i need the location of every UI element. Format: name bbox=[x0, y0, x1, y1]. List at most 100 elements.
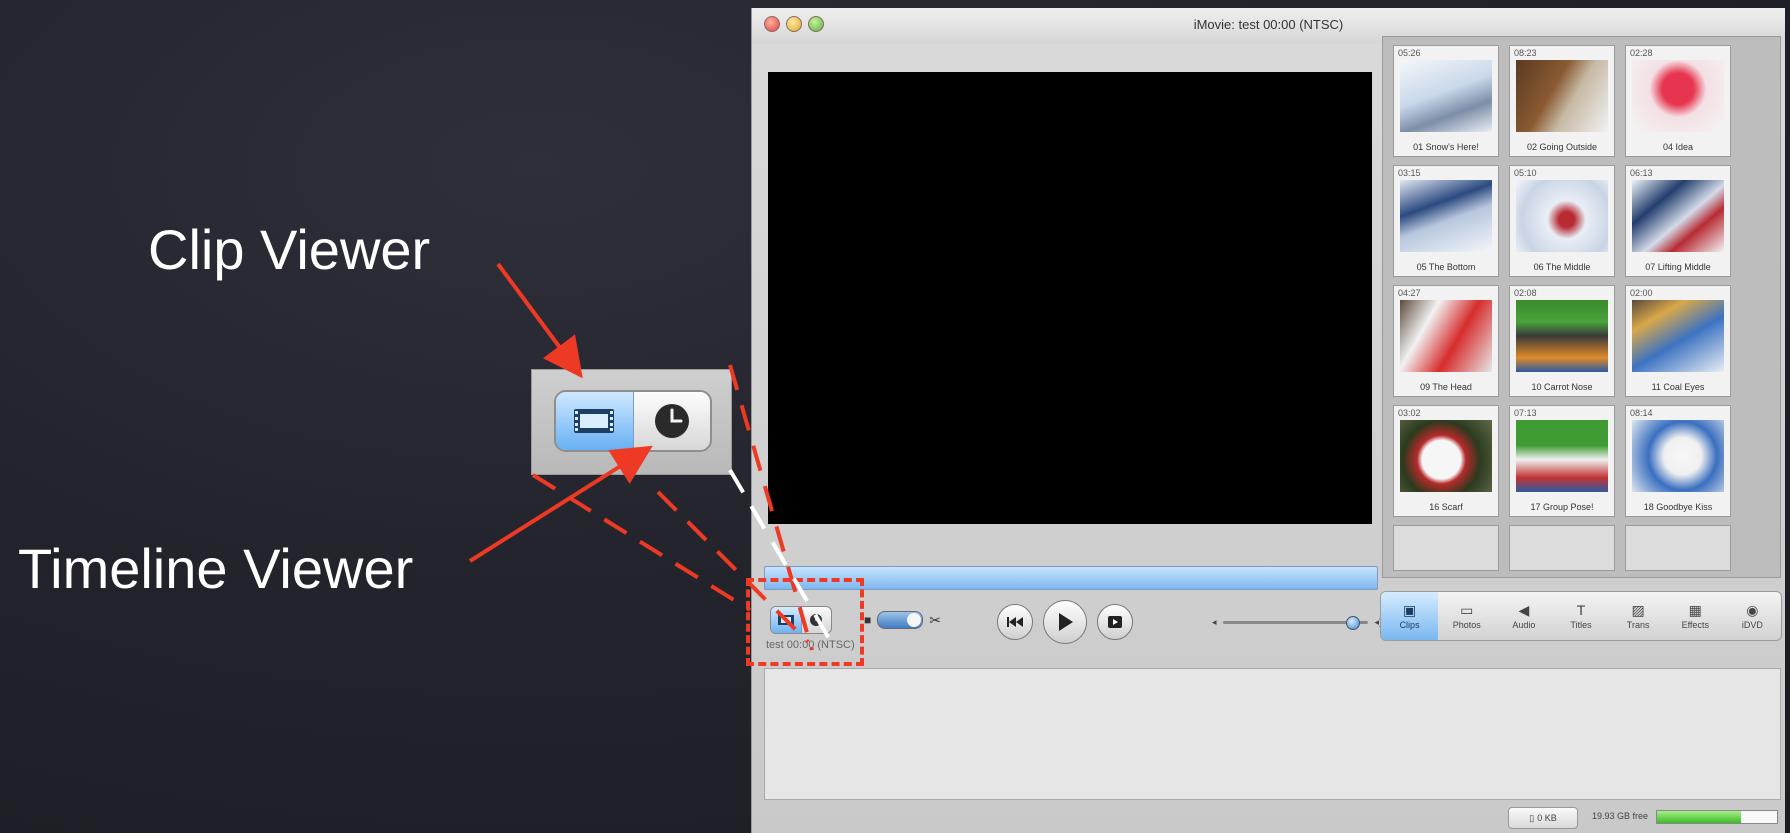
clip-thumbnail bbox=[1516, 300, 1608, 372]
clip-duration: 03:02 bbox=[1398, 408, 1421, 418]
clip-item[interactable]: 02:08 10 Carrot Nose bbox=[1509, 285, 1615, 397]
clip-item[interactable]: 07:13 17 Group Pose! bbox=[1509, 405, 1615, 517]
clip-thumbnail bbox=[1632, 300, 1724, 372]
camera-icon: ■ bbox=[864, 613, 872, 627]
clip-duration: 05:26 bbox=[1398, 48, 1421, 58]
audio-icon: ◀ bbox=[1518, 601, 1530, 618]
tool-label: Clips bbox=[1399, 619, 1420, 630]
free-space-bar bbox=[1656, 810, 1778, 824]
toggle-highlight-box bbox=[746, 578, 864, 666]
trash-button[interactable]: ▯ 0 KB bbox=[1508, 807, 1578, 829]
clip-duration: 02:28 bbox=[1630, 48, 1653, 58]
clip-name: 16 Scarf bbox=[1429, 502, 1463, 512]
mode-switch-track[interactable] bbox=[877, 611, 924, 629]
clock-icon bbox=[654, 404, 689, 438]
clip-name: 02 Going Outside bbox=[1526, 142, 1598, 152]
status-bar: ▯ 0 KB 19.93 GB free bbox=[752, 801, 1785, 833]
play-icon bbox=[1059, 613, 1073, 631]
clip-item[interactable]: 04:27 09 The Head bbox=[1393, 285, 1499, 397]
clip-thumbnail bbox=[1632, 420, 1724, 492]
idvd-icon: ◉ bbox=[1746, 601, 1759, 618]
rewind-button[interactable] bbox=[997, 604, 1033, 640]
clip-duration: 08:23 bbox=[1514, 48, 1537, 58]
clip-name: 07 Lifting Middle bbox=[1645, 262, 1711, 272]
effects-pane-button[interactable]: ▦ Effects bbox=[1667, 592, 1724, 640]
transport-buttons bbox=[997, 600, 1133, 644]
clip-thumbnail bbox=[1516, 420, 1608, 492]
imovie-window: iMovie: test 00:00 (NTSC) ■ ✂ ◂ ◂) test … bbox=[751, 8, 1785, 833]
clip-duration: 02:08 bbox=[1514, 288, 1537, 298]
clip-thumbnail bbox=[1516, 60, 1608, 132]
tool-label: iDVD bbox=[1741, 619, 1763, 630]
tool-label: Trans bbox=[1626, 619, 1650, 630]
trash-icon: ▯ bbox=[1529, 812, 1535, 823]
tool-label: Effects bbox=[1681, 619, 1709, 630]
clip-item[interactable]: 03:02 16 Scarf bbox=[1393, 405, 1499, 517]
clip-name: 18 Goodbye Kiss bbox=[1643, 502, 1713, 512]
clip-thumbnail bbox=[1400, 60, 1492, 132]
clip-item[interactable]: 02:00 11 Coal Eyes bbox=[1625, 285, 1731, 397]
clip-viewer-track[interactable] bbox=[764, 668, 1781, 800]
clip-item[interactable]: 03:15 05 The Bottom bbox=[1393, 165, 1499, 277]
clip-duration: 05:10 bbox=[1514, 168, 1537, 178]
volume-knob[interactable] bbox=[1346, 615, 1361, 630]
clip-item[interactable]: 05:26 01 Snow's Here! bbox=[1393, 45, 1499, 157]
transitions-pane-button[interactable]: ▨ Trans bbox=[1610, 592, 1667, 640]
free-space-label: 19.93 GB free bbox=[1592, 811, 1649, 821]
play-button[interactable] bbox=[1043, 600, 1087, 644]
fullscreen-play-button[interactable] bbox=[1097, 604, 1133, 640]
volume-slider[interactable] bbox=[1222, 615, 1369, 630]
camera-edit-mode-switch[interactable]: ■ ✂ bbox=[864, 609, 960, 631]
empty-clip-slot bbox=[1509, 525, 1615, 571]
tool-label: Photos bbox=[1452, 619, 1481, 630]
titles-pane-button[interactable]: T Titles bbox=[1552, 592, 1609, 640]
clip-item[interactable]: 06:13 07 Lifting Middle bbox=[1625, 165, 1731, 277]
tool-label: Titles bbox=[1570, 619, 1592, 630]
tool-label: Audio bbox=[1512, 619, 1536, 630]
clip-item[interactable]: 02:28 04 Idea bbox=[1625, 45, 1731, 157]
clip-item[interactable]: 08:14 18 Goodbye Kiss bbox=[1625, 405, 1731, 517]
zoomed-view-toggle-inset bbox=[531, 369, 732, 475]
clip-thumbnail bbox=[1400, 300, 1492, 372]
fullscreen-icon bbox=[1108, 616, 1122, 628]
trash-size: 0 KB bbox=[1537, 813, 1557, 823]
photos-pane-button[interactable]: ▭ Photos bbox=[1438, 592, 1495, 640]
clip-viewer-callout: Clip Viewer bbox=[148, 218, 431, 281]
clips-pane-button[interactable]: ▣ Clips bbox=[1381, 592, 1439, 640]
clip-thumbnail bbox=[1400, 420, 1492, 492]
clip-duration: 02:00 bbox=[1630, 288, 1653, 298]
titles-icon: T bbox=[1576, 601, 1586, 618]
clips-pane: 05:26 01 Snow's Here! 08:23 02 Going Out… bbox=[1382, 36, 1781, 578]
rewind-icon bbox=[1007, 617, 1023, 627]
audio-pane-button[interactable]: ◀ Audio bbox=[1495, 592, 1552, 640]
trans-icon: ▨ bbox=[1631, 601, 1645, 618]
clip-thumbnail bbox=[1632, 60, 1724, 132]
clip-name: 17 Group Pose! bbox=[1530, 502, 1594, 512]
mode-switch-knob[interactable] bbox=[907, 613, 922, 627]
zoomed-clip-viewer-button[interactable] bbox=[556, 392, 634, 450]
clip-item[interactable]: 08:23 02 Going Outside bbox=[1509, 45, 1615, 157]
clip-item[interactable]: 05:10 06 The Middle bbox=[1509, 165, 1615, 277]
effects-icon: ▦ bbox=[1688, 601, 1702, 618]
clip-thumbnail bbox=[1632, 180, 1724, 252]
volume-control: ◂ ◂) bbox=[1212, 615, 1382, 630]
zoomed-view-toggle bbox=[554, 390, 712, 452]
clip-thumbnail bbox=[1516, 180, 1608, 252]
idvd-pane-button[interactable]: ◉ iDVD bbox=[1724, 592, 1781, 640]
clip-name: 11 Coal Eyes bbox=[1651, 382, 1705, 392]
empty-clip-slot bbox=[1393, 525, 1499, 571]
free-space-fill bbox=[1657, 811, 1741, 823]
clip-name: 06 The Middle bbox=[1533, 262, 1591, 272]
timeline-viewer-callout: Timeline Viewer bbox=[18, 537, 414, 600]
zoomed-timeline-viewer-button[interactable] bbox=[634, 392, 711, 450]
clip-name: 04 Idea bbox=[1662, 142, 1694, 152]
clip-name: 10 Carrot Nose bbox=[1531, 382, 1593, 392]
photos-icon: ▭ bbox=[1460, 601, 1474, 618]
empty-clip-slot bbox=[1625, 525, 1731, 571]
window-title: iMovie: test 00:00 (NTSC) bbox=[1193, 17, 1344, 32]
clips-icon: ▣ bbox=[1402, 601, 1417, 618]
clip-name: 05 The Bottom bbox=[1416, 262, 1476, 272]
film-strip-icon bbox=[574, 409, 615, 433]
clip-name: 01 Snow's Here! bbox=[1413, 142, 1479, 152]
video-monitor bbox=[768, 72, 1372, 524]
